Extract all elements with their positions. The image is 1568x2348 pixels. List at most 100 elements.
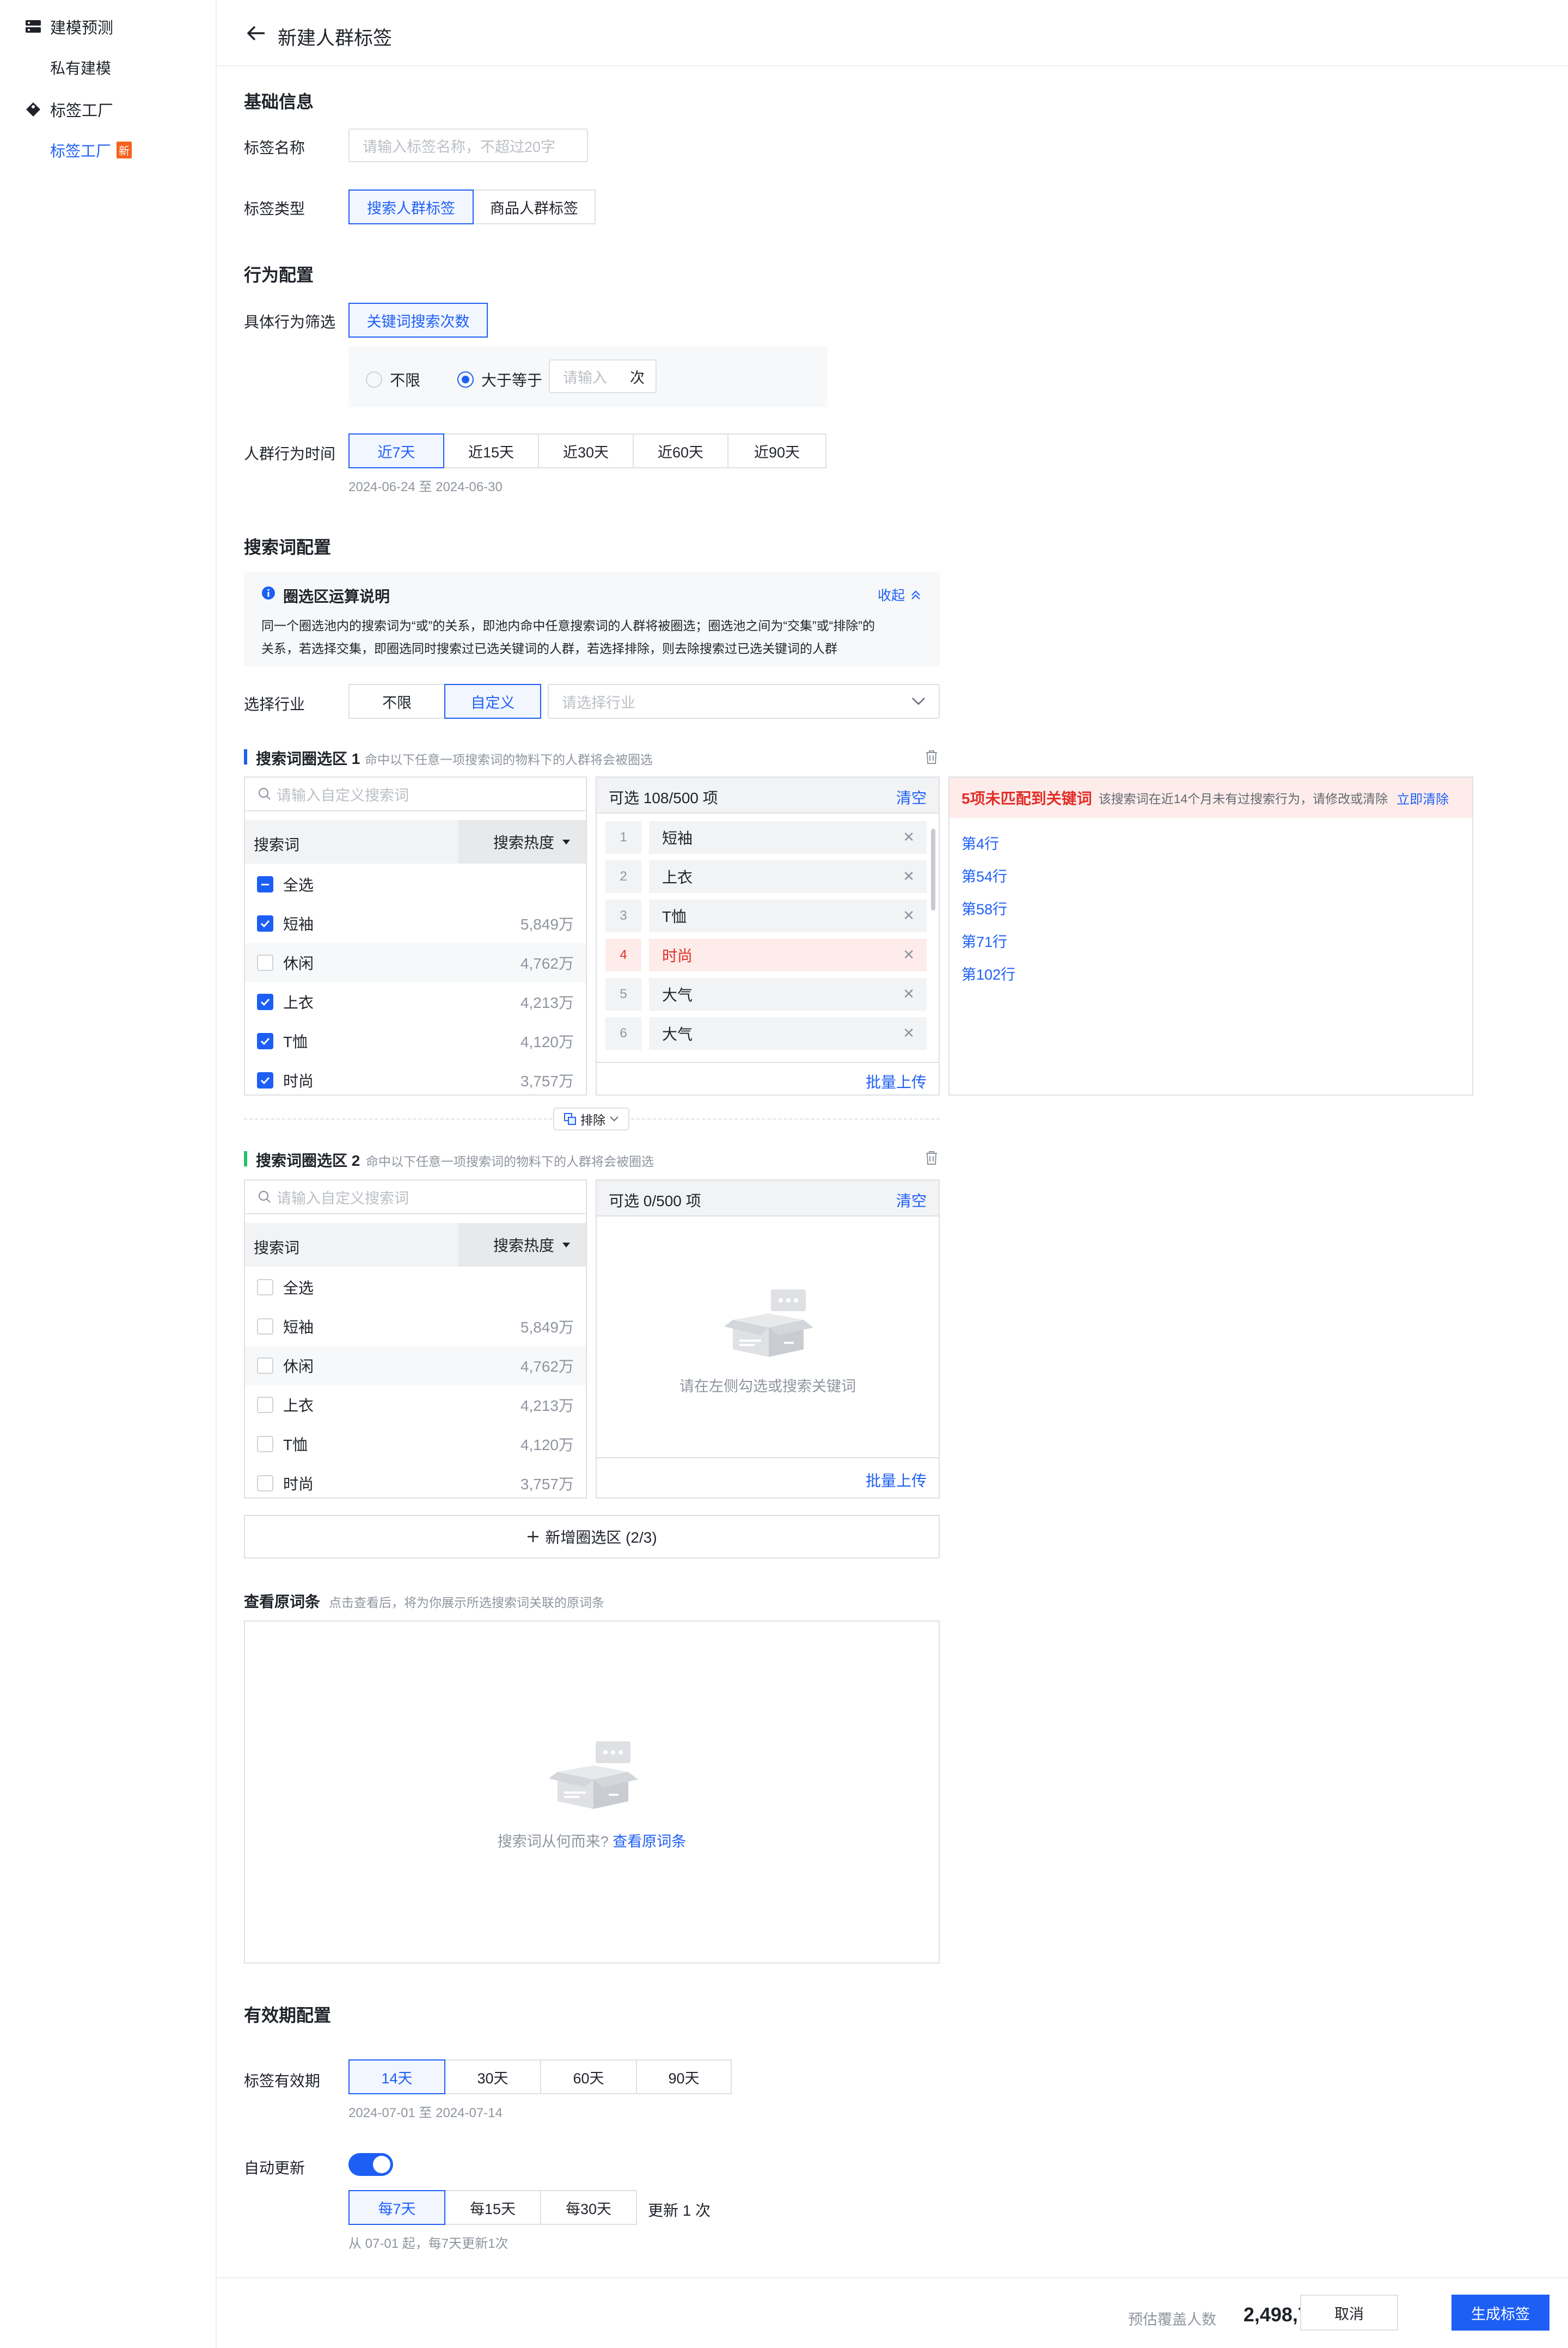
clear-button[interactable]: 清空 <box>896 1189 927 1211</box>
zone1-table-header: 搜索词 搜索热度 <box>245 820 586 864</box>
error-row-link[interactable]: 第54行 <box>961 865 1007 886</box>
period-option-90[interactable]: 90天 <box>636 2059 732 2094</box>
zone1-marker <box>244 749 247 765</box>
checkbox[interactable] <box>257 955 273 971</box>
zone1-select-all[interactable]: 全选 <box>245 865 586 904</box>
error-title: 5项未匹配到关键词 <box>961 790 1092 807</box>
view-raw-link[interactable]: 查看原词条 <box>612 1833 686 1850</box>
type-option-search[interactable]: 搜索人群标签 <box>348 189 474 224</box>
selected-header: 可选 0/500 项 清空 <box>597 1181 939 1216</box>
delete-icon[interactable] <box>924 1150 939 1165</box>
checkbox[interactable] <box>257 1397 273 1413</box>
table-row[interactable]: 休闲 4,762万 <box>245 943 586 982</box>
error-row-link[interactable]: 第58行 <box>961 897 1007 919</box>
clear-button[interactable]: 清空 <box>896 786 927 808</box>
sidebar-group-label: 标签工厂 <box>50 102 114 120</box>
row-word: T恤 <box>283 1436 308 1453</box>
checkbox[interactable] <box>257 1318 273 1335</box>
close-icon[interactable]: ✕ <box>903 868 915 885</box>
checkbox[interactable] <box>257 1072 273 1089</box>
zone1-search-input[interactable]: 请输入自定义搜索词 <box>245 778 586 811</box>
time-option-90[interactable]: 近90天 <box>727 433 826 468</box>
count-input[interactable]: 请输入 次 <box>549 359 657 393</box>
checkbox[interactable] <box>257 876 273 892</box>
validity-period-label: 标签有效期 <box>244 2072 321 2089</box>
checkbox[interactable] <box>257 1358 273 1374</box>
table-row[interactable]: 时尚 3,757万 <box>245 1464 586 1497</box>
delete-icon[interactable] <box>924 749 939 765</box>
sidebar-group-modeling[interactable]: 建模预测 <box>25 15 113 38</box>
zone1-word-list: 请输入自定义搜索词 搜索词 搜索热度 全选 短袖 5,849万 休闲 4,762万 … <box>244 776 587 1096</box>
auto-option-7[interactable]: 每7天 <box>348 2190 445 2225</box>
operator-select[interactable]: 排除 <box>553 1108 629 1130</box>
raw-empty-label: 搜索词从何而来? <box>497 1833 609 1850</box>
chip-word: 大气 <box>649 1017 927 1050</box>
radio-gte[interactable]: 大于等于 <box>457 369 542 390</box>
table-row[interactable]: 短袖 5,849万 <box>245 904 586 943</box>
error-row-link[interactable]: 第4行 <box>961 832 999 853</box>
table-row[interactable]: T恤 4,120万 <box>245 1022 586 1061</box>
estimate-label: 预估覆盖人数 <box>1128 2312 1216 2328</box>
checkbox[interactable] <box>257 1436 273 1452</box>
zone2-select-all[interactable]: 全选 <box>245 1268 586 1307</box>
sidebar-item-private-modeling[interactable]: 私有建模 <box>50 57 111 78</box>
time-option-7[interactable]: 近7天 <box>348 433 444 468</box>
back-arrow-icon[interactable] <box>246 25 266 41</box>
sidebar-item-tag-factory[interactable]: 标签工厂新 <box>50 139 132 161</box>
auto-update-label: 自动更新 <box>244 2160 305 2176</box>
add-zone-button[interactable]: 新增圈选区 (2/3) <box>244 1515 940 1558</box>
table-row[interactable]: 上衣 4,213万 <box>245 1385 586 1424</box>
selected-count: 可选 108/500 项 <box>609 790 718 806</box>
time-option-15[interactable]: 近15天 <box>443 433 539 468</box>
industry-select[interactable]: 请选择行业 <box>548 684 940 719</box>
checkbox[interactable] <box>257 1033 273 1049</box>
checkbox[interactable] <box>257 915 273 932</box>
notice-box: 圈选区运算说明 收起 同一个圈选池内的搜索词为“或”的关系，即池内命中任意搜索词… <box>244 572 940 667</box>
checkbox[interactable] <box>257 994 273 1010</box>
zone2-search-input[interactable]: 请输入自定义搜索词 <box>245 1181 586 1214</box>
close-icon[interactable]: ✕ <box>903 1025 915 1042</box>
period-option-14[interactable]: 14天 <box>348 2059 445 2094</box>
selected-footer: 批量上传 <box>597 1457 939 1497</box>
notice-collapse-button[interactable]: 收起 <box>878 585 921 604</box>
industry-option-custom[interactable]: 自定义 <box>444 684 541 719</box>
period-option-30[interactable]: 30天 <box>444 2059 541 2094</box>
auto-update-toggle[interactable] <box>348 2153 393 2176</box>
period-option-60[interactable]: 60天 <box>540 2059 637 2094</box>
submit-button[interactable]: 生成标签 <box>1451 2295 1549 2331</box>
close-icon[interactable]: ✕ <box>903 829 915 846</box>
cancel-button[interactable]: 取消 <box>1300 2295 1398 2331</box>
table-row[interactable]: T恤 4,120万 <box>245 1424 586 1464</box>
operator-label: 排除 <box>580 1113 605 1127</box>
batch-upload-button[interactable]: 批量上传 <box>866 1469 927 1491</box>
clear-now-button[interactable]: 立即清除 <box>1396 788 1449 808</box>
auto-option-30[interactable]: 每30天 <box>540 2190 637 2225</box>
batch-upload-button[interactable]: 批量上传 <box>866 1071 927 1092</box>
checkbox[interactable] <box>257 1475 273 1491</box>
type-option-product[interactable]: 商品人群标签 <box>473 189 596 224</box>
error-row-link[interactable]: 第102行 <box>961 963 1015 984</box>
tag-name-input[interactable]: 请输入标签名称，不超过20字 <box>348 129 588 162</box>
checkbox[interactable] <box>257 1279 273 1295</box>
time-option-60[interactable]: 近60天 <box>633 433 728 468</box>
time-option-30[interactable]: 近30天 <box>538 433 634 468</box>
scrollbar[interactable] <box>931 829 935 910</box>
table-row[interactable]: 上衣 4,213万 <box>245 982 586 1022</box>
behavior-filter-option[interactable]: 关键词搜索次数 <box>348 303 488 338</box>
notice-text-line2: 关系，若选择交集，即圈选同时搜索过已选关键词的人群，若选择排除，则去除搜索过已选… <box>261 641 837 656</box>
auto-option-15[interactable]: 每15天 <box>444 2190 541 2225</box>
table-row[interactable]: 短袖 5,849万 <box>245 1307 586 1346</box>
radio-unlimited[interactable]: 不限 <box>366 369 420 390</box>
close-icon[interactable]: ✕ <box>903 986 915 1002</box>
col-heat-sort[interactable]: 搜索热度 <box>458 820 586 864</box>
col-heat-sort[interactable]: 搜索热度 <box>458 1223 586 1267</box>
industry-option-unlimited[interactable]: 不限 <box>348 684 445 719</box>
table-row[interactable]: 休闲 4,762万 <box>245 1346 586 1385</box>
sidebar-group-tag-factory[interactable]: 标签工厂 <box>25 98 113 121</box>
close-icon[interactable]: ✕ <box>903 946 915 963</box>
close-icon[interactable]: ✕ <box>903 907 915 924</box>
chip-index: 2 <box>605 860 641 893</box>
table-row[interactable]: 时尚 3,757万 <box>245 1061 586 1094</box>
error-row-link[interactable]: 第71行 <box>961 930 1007 951</box>
row-word: 上衣 <box>283 994 314 1011</box>
